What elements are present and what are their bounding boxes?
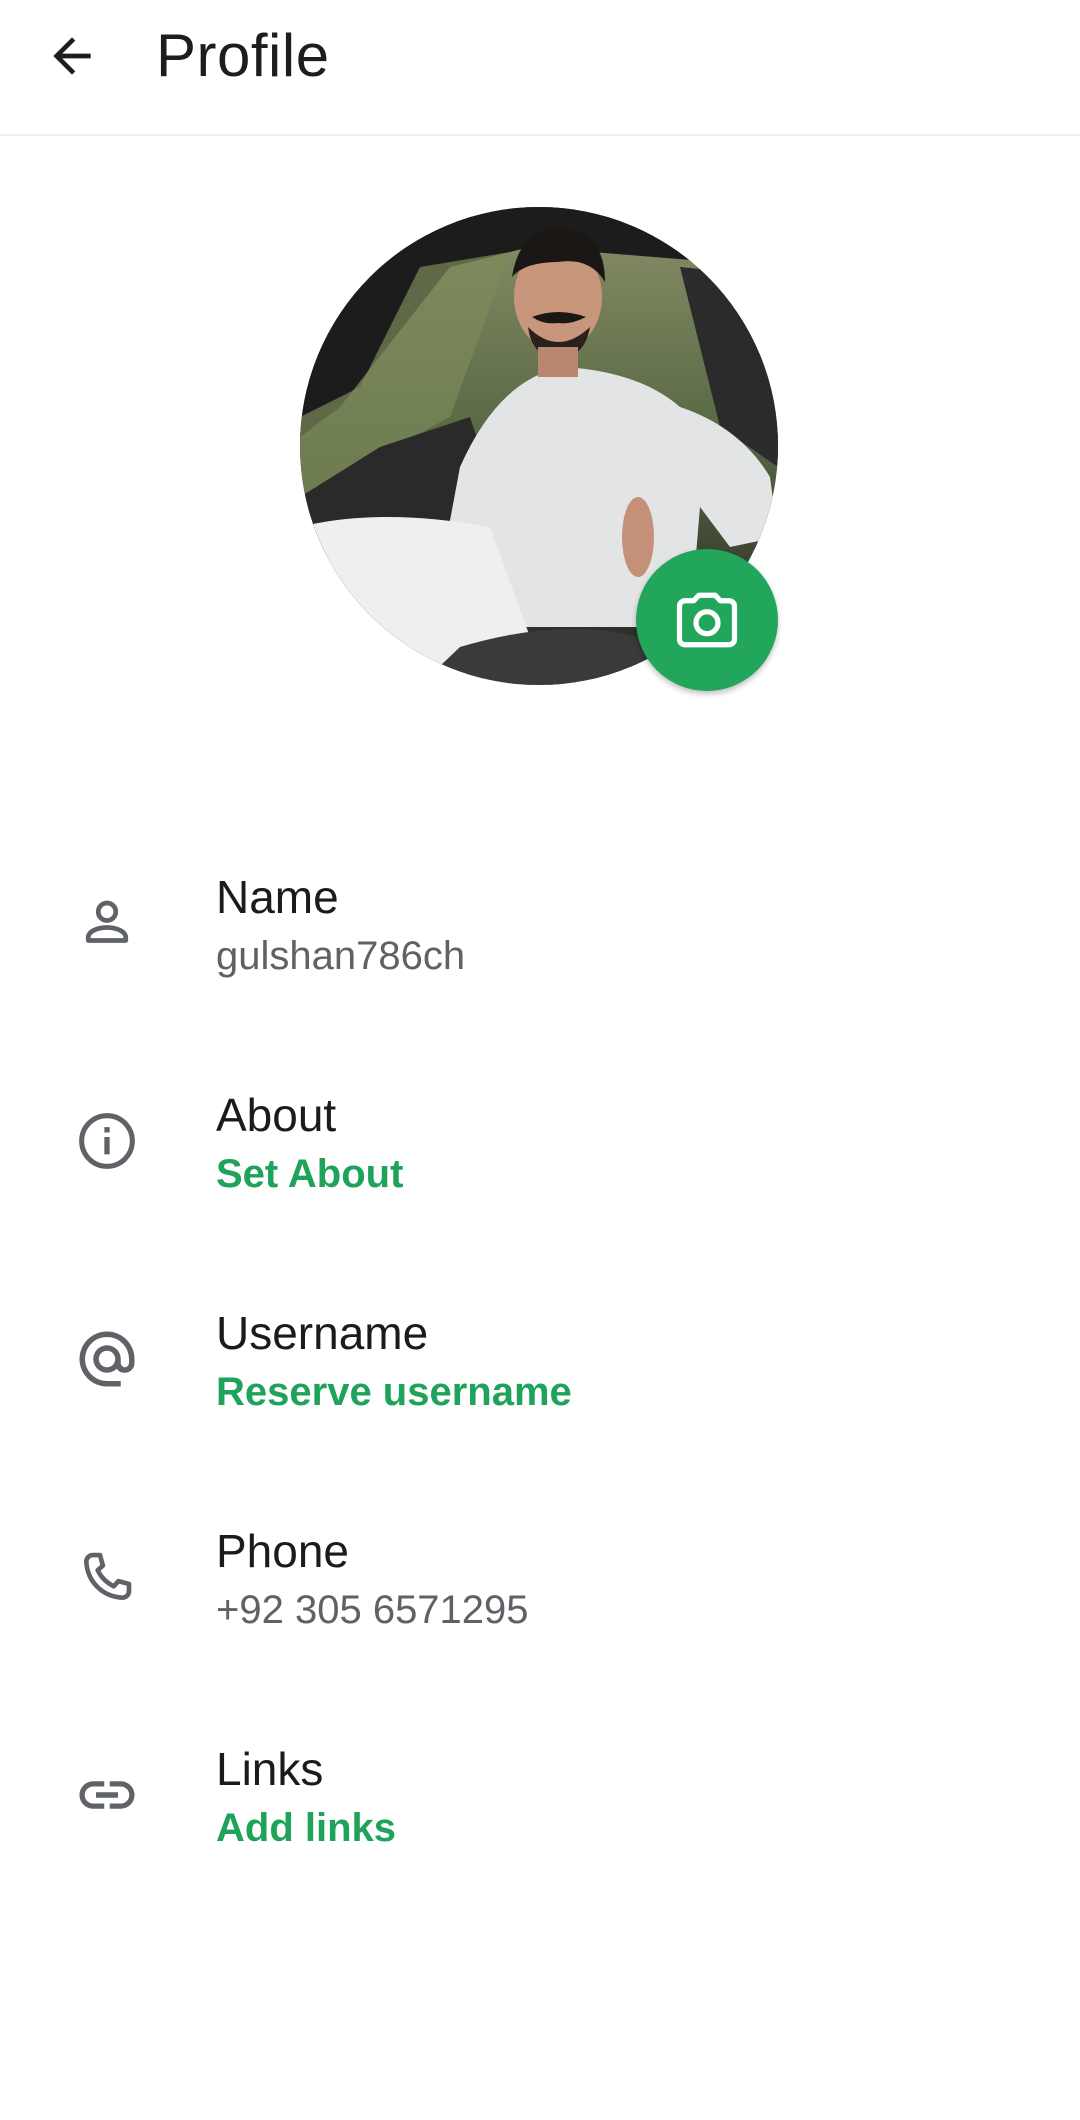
phone-value: +92 305 6571295 (216, 1588, 529, 1632)
row-label: Name (216, 871, 339, 923)
camera-icon (676, 592, 738, 648)
change-photo-button[interactable] (636, 549, 778, 691)
profile-row-about[interactable]: About Set About (0, 1068, 1080, 1248)
name-value: gulshan786ch (216, 934, 466, 978)
profile-row-username[interactable]: Username Reserve username (0, 1286, 1080, 1466)
at-sign-icon (70, 1322, 144, 1396)
profile-photo-area (300, 207, 778, 691)
row-label: Links (216, 1743, 324, 1795)
reserve-username-link[interactable]: Reserve username (216, 1370, 572, 1415)
link-icon (70, 1758, 144, 1832)
set-about-link[interactable]: Set About (216, 1152, 403, 1197)
row-label: About (216, 1089, 337, 1141)
info-icon (70, 1104, 144, 1178)
phone-icon (70, 1540, 144, 1614)
back-button[interactable] (30, 14, 114, 98)
profile-row-name[interactable]: Name gulshan786ch (0, 850, 1080, 1030)
profile-row-phone[interactable]: Phone +92 305 6571295 (0, 1504, 1080, 1684)
person-icon (70, 886, 144, 960)
app-bar: Profile (0, 0, 1080, 136)
arrow-left-icon (53, 37, 91, 75)
row-label: Phone (216, 1525, 350, 1577)
row-label: Username (216, 1307, 429, 1359)
page-title: Profile (156, 22, 330, 89)
profile-row-links[interactable]: Links Add links (0, 1722, 1080, 1902)
add-links-link[interactable]: Add links (216, 1806, 396, 1851)
